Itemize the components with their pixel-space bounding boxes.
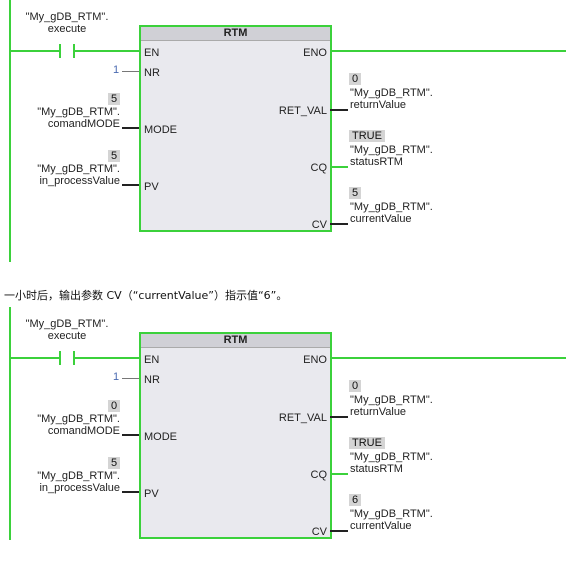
- cv-value: 5: [349, 187, 362, 199]
- pin-nr: NR: [144, 374, 160, 386]
- cv-tag[interactable]: "My_gDB_RTM". currentValue: [350, 508, 433, 532]
- block-title: RTM: [141, 334, 330, 348]
- cq-wire: [330, 473, 348, 475]
- contact-left-bar[interactable]: [59, 351, 61, 365]
- mode-value: 5: [108, 93, 121, 105]
- ret-val-wire: [330, 109, 348, 111]
- power-rail: [9, 0, 11, 262]
- cv-wire: [330, 223, 348, 225]
- pin-en: EN: [144, 354, 160, 366]
- rung-wire: [11, 50, 59, 52]
- nr-value[interactable]: 1: [113, 64, 119, 76]
- cv-wire: [330, 530, 348, 532]
- pin-cv: CV: [311, 526, 327, 538]
- cq-tag[interactable]: "My_gDB_RTM". statusRTM: [350, 144, 433, 168]
- pin-cv: CV: [311, 219, 327, 231]
- mode-wire: [122, 434, 139, 436]
- cq-value: TRUE: [349, 130, 385, 142]
- rung-wire: [75, 50, 139, 52]
- pin-pv: PV: [144, 181, 159, 193]
- nr-value[interactable]: 1: [113, 371, 119, 383]
- pv-value: 5: [108, 457, 121, 469]
- rtm-block[interactable]: RTM EN NR MODE PV ENO RET_VAL CQ CV: [139, 25, 332, 232]
- eno-wire: [330, 50, 566, 52]
- pv-tag[interactable]: "My_gDB_RTM". in_processValue: [10, 163, 120, 187]
- contact-left-bar[interactable]: [59, 44, 61, 58]
- rung-wire: [11, 357, 59, 359]
- pv-value: 5: [108, 150, 121, 162]
- nr-wire: [122, 71, 139, 72]
- pin-eno: ENO: [303, 47, 327, 59]
- ret-val-tag[interactable]: "My_gDB_RTM". returnValue: [350, 87, 433, 111]
- ret-val-tag[interactable]: "My_gDB_RTM". returnValue: [350, 394, 433, 418]
- pin-cq: CQ: [310, 469, 328, 481]
- pin-ret-val: RET_VAL: [278, 412, 327, 424]
- pin-pv: PV: [144, 488, 159, 500]
- caption-text: 一小时后，输出参数 CV（“currentValue”）指示值“6”。: [4, 289, 288, 302]
- pin-eno: ENO: [303, 354, 327, 366]
- rtm-block[interactable]: RTM EN NR MODE PV ENO RET_VAL CQ CV: [139, 332, 332, 539]
- pin-nr: NR: [144, 67, 160, 79]
- mode-value: 0: [108, 400, 121, 412]
- pin-ret-val: RET_VAL: [278, 105, 327, 117]
- cv-value: 6: [349, 494, 362, 506]
- mode-wire: [122, 127, 139, 129]
- cv-tag[interactable]: "My_gDB_RTM". currentValue: [350, 201, 433, 225]
- ladder-network-2: "My_gDB_RTM". execute RTM EN NR MODE PV …: [0, 307, 575, 569]
- contact-tag[interactable]: "My_gDB_RTM". execute: [15, 318, 119, 342]
- pin-en: EN: [144, 47, 160, 59]
- nr-wire: [122, 378, 139, 379]
- contact-tag[interactable]: "My_gDB_RTM". execute: [15, 11, 119, 35]
- cq-value: TRUE: [349, 437, 385, 449]
- rung-wire: [75, 357, 139, 359]
- block-title: RTM: [141, 27, 330, 41]
- ladder-network-1: "My_gDB_RTM". execute RTM EN NR MODE PV …: [0, 0, 575, 262]
- pin-cq: CQ: [310, 162, 328, 174]
- ret-val-value: 0: [349, 380, 362, 392]
- ret-val-value: 0: [349, 73, 362, 85]
- pin-mode: MODE: [144, 431, 177, 443]
- ret-val-wire: [330, 416, 348, 418]
- cq-wire: [330, 166, 348, 168]
- pv-wire: [122, 184, 139, 186]
- mode-tag[interactable]: "My_gDB_RTM". comandMODE: [10, 106, 120, 130]
- cq-tag[interactable]: "My_gDB_RTM". statusRTM: [350, 451, 433, 475]
- eno-wire: [330, 357, 566, 359]
- pin-mode: MODE: [144, 124, 177, 136]
- pv-tag[interactable]: "My_gDB_RTM". in_processValue: [10, 470, 120, 494]
- pv-wire: [122, 491, 139, 493]
- mode-tag[interactable]: "My_gDB_RTM". comandMODE: [10, 413, 120, 437]
